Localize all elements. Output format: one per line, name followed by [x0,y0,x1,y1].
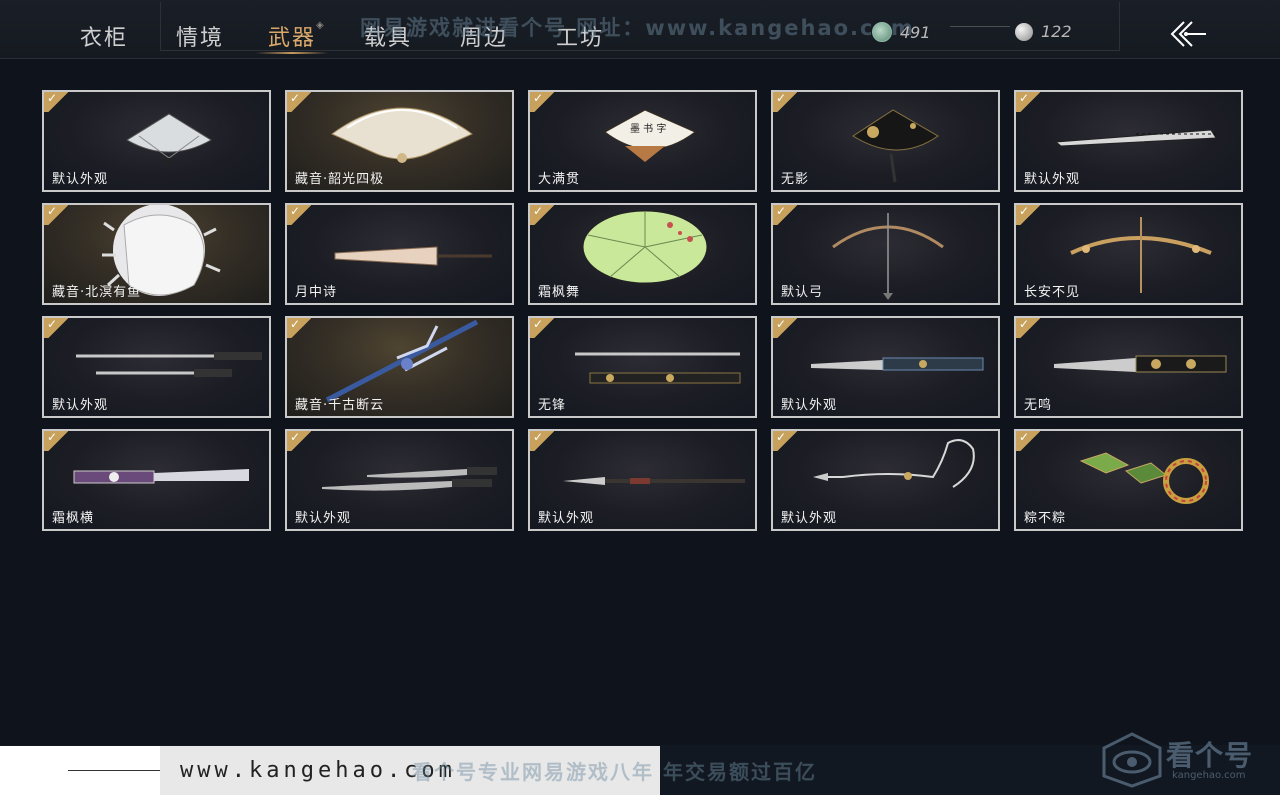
silver-coin-icon [1015,22,1033,41]
weapon-card-name: 无影 [781,172,810,187]
owned-check-icon: ✓ [1016,92,1040,112]
weapon-card[interactable]: ✓ 默认外观 [1014,90,1243,192]
silver-currency: 122 [1015,22,1072,41]
weapon-card-name: 默认外观 [781,511,838,526]
weapon-card-name: 默认外观 [295,511,352,526]
weapon-card[interactable]: 墨 书 字 ✓ 大满贯 [528,90,757,192]
owned-check-icon: ✓ [530,318,554,338]
weapon-card-name: 霜枫横 [52,511,95,526]
weapon-card[interactable]: ✓ 粽不粽 [1014,429,1243,531]
owned-check-icon: ✓ [44,205,68,225]
bottom-left-panel [0,746,166,795]
weapon-card-name: 默认外观 [1024,172,1081,187]
weapon-card-name: 默认外观 [781,398,838,413]
owned-check-icon: ✓ [1016,318,1040,338]
weapon-card[interactable]: ✓ 无锋 [528,316,757,418]
weapon-card-name: 月中诗 [295,285,338,300]
owned-check-icon: ✓ [44,318,68,338]
weapon-grid: ✓ 默认外观 ✓ 藏音·韶光四极 墨 书 字 ✓ 大满贯 ✓ 无影 ✓ 默认外观 ✓ 藏音·北溟有鱼 ✓ 月… [42,90,1243,531]
weapon-card[interactable]: ✓ 默认外观 [771,429,1000,531]
weapon-card-name: 无锋 [538,398,567,413]
owned-check-icon: ✓ [44,92,68,112]
weapon-card-name: 长安不见 [1024,285,1081,300]
owned-check-icon: ✓ [773,205,797,225]
logo-subtext: kangehao.com [1172,770,1246,781]
weapon-card-name: 默认外观 [52,172,109,187]
owned-check-icon: ✓ [773,92,797,112]
tab-scene[interactable]: 情境 [176,20,224,54]
weapon-card[interactable]: ✓ 默认外观 [42,316,271,418]
tab-weapons[interactable]: 武器 [255,20,329,54]
owned-check-icon: ✓ [287,205,311,225]
owned-check-icon: ✓ [530,92,554,112]
top-navigation-bar: 衣柜 情境 武器 ◈ 载具 周边 工坊 网易游戏就进看个号 网址：www.kan… [0,0,1280,59]
owned-check-icon: ✓ [287,318,311,338]
weapon-card[interactable]: ✓ 霜枫舞 [528,203,757,305]
weapon-card[interactable]: ✓ 霜枫横 [42,429,271,531]
owned-check-icon: ✓ [1016,205,1040,225]
weapon-card-name: 藏音·千古断云 [295,398,385,413]
svg-text:墨 书 字: 墨 书 字 [630,122,666,135]
kangehao-logo: 看个号 kangehao.com [1100,730,1275,790]
jade-coin-icon [872,22,892,42]
jade-currency: 491 [872,22,931,42]
tab-divider-ornament: ◈ [316,20,324,31]
weapon-card-name: 默认弓 [781,285,824,300]
jade-amount: 491 [900,22,931,42]
weapon-card[interactable]: ✓ 无影 [771,90,1000,192]
weapon-card[interactable]: ✓ 默认外观 [771,316,1000,418]
owned-check-icon: ✓ [773,318,797,338]
weapon-card-name: 霜枫舞 [538,285,581,300]
owned-check-icon: ✓ [44,431,68,451]
bottom-rule [68,770,166,771]
owned-check-icon: ✓ [773,431,797,451]
weapon-card-name: 默认外观 [52,398,109,413]
weapon-card-name: 无鸣 [1024,398,1053,413]
weapon-card[interactable]: ✓ 藏音·韶光四极 [285,90,514,192]
owned-check-icon: ✓ [287,92,311,112]
owned-check-icon: ✓ [530,205,554,225]
owned-check-icon: ✓ [1016,431,1040,451]
logo-text: 看个号 [1166,739,1254,772]
currency-divider [950,26,1010,27]
eye-logo-icon [1102,732,1162,788]
weapon-card[interactable]: ✓ 月中诗 [285,203,514,305]
weapon-card-name: 大满贯 [538,172,581,187]
weapon-card[interactable]: ✓ 默认外观 [42,90,271,192]
back-arrow-icon [1170,21,1206,47]
watermark-top: 网易游戏就进看个号 网址：www.kangehao.com [360,16,915,40]
weapon-card[interactable]: ✓ 默认外观 [528,429,757,531]
owned-check-icon: ✓ [530,431,554,451]
weapon-card-name: 粽不粽 [1024,511,1067,526]
weapon-card[interactable]: ✓ 默认弓 [771,203,1000,305]
silver-amount: 122 [1041,22,1072,41]
weapon-card-name: 藏音·北溟有鱼 [52,285,142,300]
weapon-card[interactable]: ✓ 无鸣 [1014,316,1243,418]
weapon-card[interactable]: ✓ 藏音·千古断云 [285,316,514,418]
owned-check-icon: ✓ [287,431,311,451]
tab-wardrobe[interactable]: 衣柜 [80,20,128,54]
weapon-card-name: 默认外观 [538,511,595,526]
back-button[interactable] [1166,18,1210,50]
watermark-bottom: 看个号专业网易游戏八年 年交易额过百亿 [412,760,817,784]
weapon-card[interactable]: ✓ 长安不见 [1014,203,1243,305]
weapon-card[interactable]: ✓ 默认外观 [285,429,514,531]
weapon-card[interactable]: ✓ 藏音·北溟有鱼 [42,203,271,305]
weapon-card-name: 藏音·韶光四极 [295,172,385,187]
